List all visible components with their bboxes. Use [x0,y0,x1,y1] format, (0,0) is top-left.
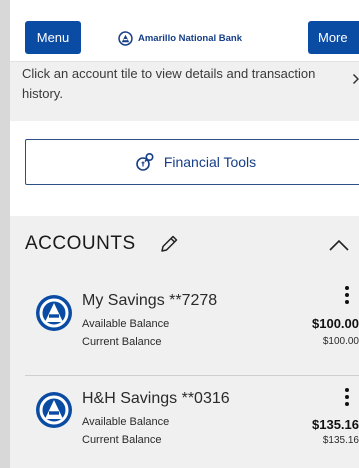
more-options-icon[interactable] [343,286,351,308]
bank-logo-icon [35,294,73,337]
available-balance-label: Available Balance [82,416,170,428]
account-name: My Savings **7278 [82,292,218,309]
brand-name: Amarillo National Bank [138,32,242,44]
pencil-icon[interactable] [158,233,180,260]
bank-logo-icon [35,391,73,434]
chevron-right-icon[interactable] [352,72,359,90]
current-balance-label: Current Balance [82,336,162,348]
more-options-icon[interactable] [343,388,351,410]
account-name: H&H Savings **0316 [82,390,230,407]
financial-tools-icon [136,152,154,171]
current-balance-value: $135.16 [322,435,359,446]
current-balance-label: Current Balance [82,434,162,446]
available-balance-value: $135.16 [312,417,359,432]
financial-tools-label: Financial Tools [163,154,257,170]
menu-button[interactable]: Menu [25,21,81,54]
page: Menu Amarillo National Bank More Click a… [10,0,359,468]
account-tile[interactable]: My Savings **7278 Available Balance Curr… [25,282,359,372]
info-banner[interactable]: Click an account tile to view details an… [10,62,359,121]
accounts-section: ACCOUNTS My Savings **7278 Available Bal… [10,216,359,468]
tools-section: Financial Tools [10,121,359,216]
financial-tools-button[interactable]: Financial Tools [25,139,359,185]
available-balance-label: Available Balance [82,318,170,330]
account-tile[interactable]: H&H Savings **0316 Available Balance Cur… [25,375,359,465]
brand-logo: Amarillo National Bank [118,30,242,46]
accounts-header: ACCOUNTS [10,216,359,276]
current-balance-value: $100.00 [322,336,359,347]
frame-edge [0,0,10,468]
more-button[interactable]: More [308,21,359,54]
available-balance-value: $100.00 [312,316,359,331]
chevron-up-icon[interactable] [328,238,350,257]
app-header: Menu Amarillo National Bank More [10,0,359,62]
banner-text: Click an account tile to view details an… [22,66,316,101]
accounts-title: ACCOUNTS [25,233,136,254]
bank-logo-icon [118,30,133,46]
